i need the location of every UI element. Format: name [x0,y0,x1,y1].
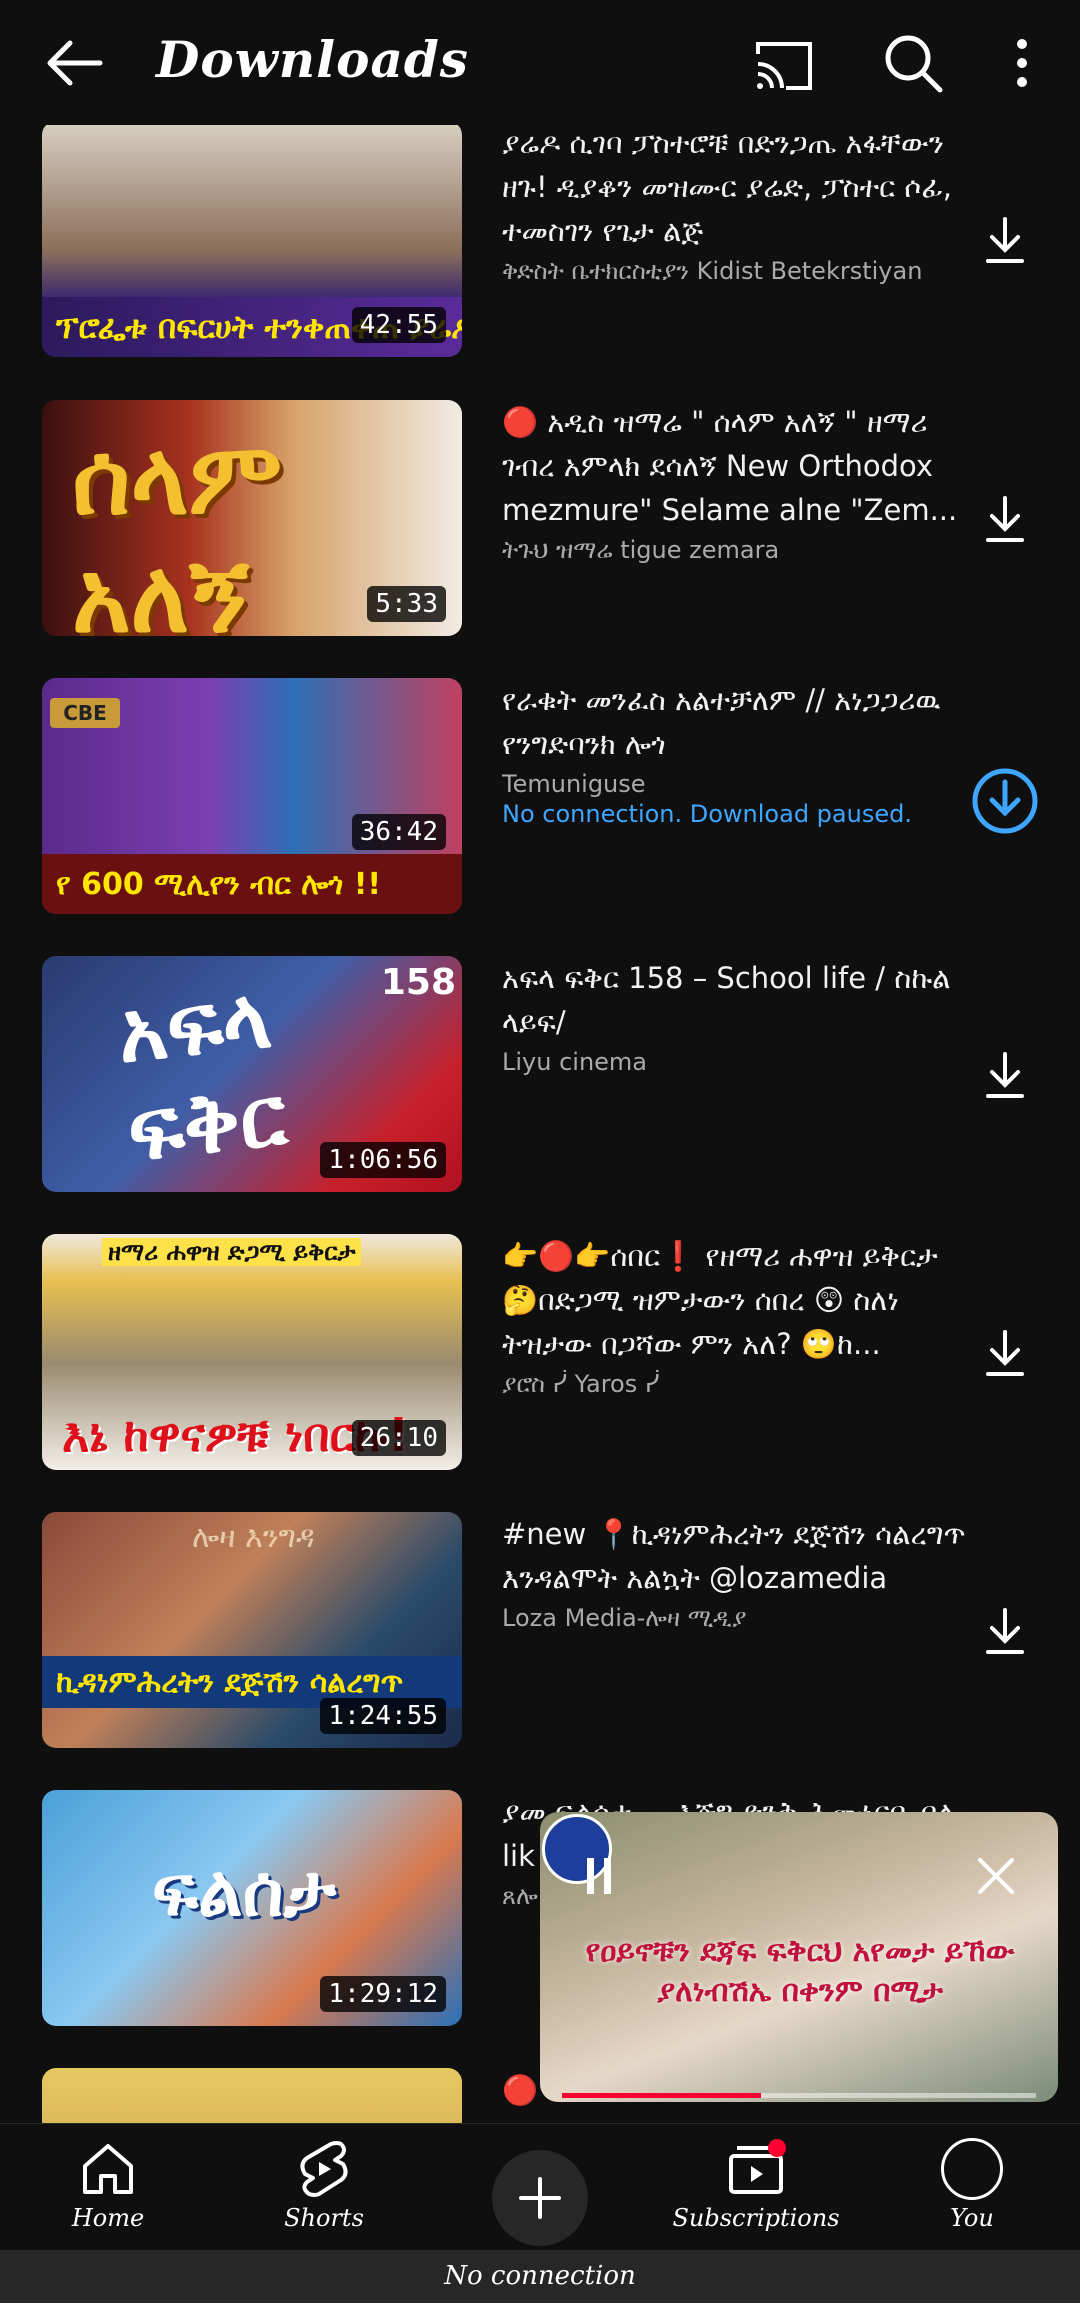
thumbnail-text: የ 600 ሚሊየን ብር ሎጎ !! [42,854,462,914]
video-title: 👉🔴👉ሰበር❗ የዘማሪ ሐዋዝ ይቅርታ 🤔በድጋሚ ዝምታውን ሰበረ 😲 … [502,1239,938,1361]
cast-icon[interactable] [752,34,816,98]
thumbnail-number: 158 [380,962,456,1003]
duration-badge: 1:29:12 [320,1976,446,2012]
list-item[interactable]: CBE የ 600 ሚሊየን ብር ሎጎ !! 36:42 የራቁት መንፈስ … [0,678,1080,914]
duration-badge: 36:42 [351,814,446,850]
downloaded-icon[interactable] [980,1046,1030,1102]
video-title: 🔴 አዲስ ዝማሬ " ሰላም አለኝ " ዘማሪ ገብረ አምላክ ደሳለኝ … [502,405,958,527]
mini-player-caption: የዐይኖቹን ደጃፍ ፍቅርህ አየመታ ይኸው ያለነብሽኤ በቀንም በሚታ [585,1934,1015,2009]
more-options-icon[interactable] [1000,30,1044,96]
downloaded-icon[interactable] [980,490,1030,546]
nav-subscriptions[interactable]: Subscriptions [666,2138,846,2232]
video-thumbnail[interactable]: CBE የ 600 ሚሊየን ብር ሎጎ !! 36:42 [42,678,462,914]
nav-label: You [950,2204,994,2232]
mini-player[interactable]: የዐይኖቹን ደጃፍ ፍቅርህ አየመታ ይኸው ያለነብሽኤ በቀንም በሚታ [540,1812,1058,2102]
list-item[interactable]: አፍላ ፍቅር 158 1:06:56 አፍላ ፍቅር 158 – School… [0,956,1080,1192]
playback-progress-fill [562,2093,762,2098]
nav-label: Shorts [284,2204,364,2232]
channel-name: ያሮስ ᓰ Yaros ᓰ [502,1370,660,1398]
downloaded-icon[interactable] [980,211,1030,267]
video-thumbnail[interactable]: ፕሮፌቱ በፍርሀት ተንቀጠቀጠ ያሬዶ ዛሬም በገባበት አለ 42:55 [42,125,462,357]
download-paused-icon[interactable] [970,766,1040,836]
video-thumbnail[interactable]: አፍላ ፍቅር 158 1:06:56 [42,956,462,1192]
duration-badge: 42:55 [351,307,446,343]
list-item[interactable]: ዘማሪ ሐዋዝ ድጋሚ ይቅርታ እኔ ከዋናዎቹ ነበርኩ! 26:10 👉🔴… [0,1234,1080,1470]
duration-badge: 1:06:56 [320,1142,446,1178]
close-icon[interactable] [972,1852,1020,1900]
duration-badge: 5:33 [367,586,446,622]
video-thumbnail[interactable]: ዘማሪ ሐዋዝ ድጋሚ ይቅርታ እኔ ከዋናዎቹ ነበርኩ! 26:10 [42,1234,462,1470]
video-title: የራቁት መንፈስ አልተቻለም // አነጋጋሪዉ የንግድባንክ ሎጎ [502,683,941,761]
downloaded-icon[interactable] [980,1602,1030,1658]
channel-name: Temuniguse [502,770,646,798]
back-arrow-icon[interactable] [40,28,110,98]
top-app-bar: Downloads [0,0,1080,125]
video-thumbnail[interactable]: ሎዛ እንግዳ ኪዳነምሕረትን ደጅሽን ሳልረግጥ 1:24:55 [42,1512,462,1748]
avatar-icon [941,2138,1003,2200]
nav-home[interactable]: Home [18,2138,198,2232]
video-thumbnail[interactable]: ሰላም አለኝ 5:33 [42,400,462,636]
duration-badge: 26:10 [351,1420,446,1456]
nav-shorts[interactable]: Shorts [234,2138,414,2232]
channel-name: Loza Media-ሎዛ ሚዲያ [502,1604,747,1632]
duration-badge: 1:24:55 [320,1698,446,1734]
home-icon [83,2144,133,2194]
list-item[interactable]: ሰላም አለኝ 5:33 🔴 አዲስ ዝማሬ " ሰላም አለኝ " ዘማሪ ገ… [0,400,1080,636]
list-item[interactable]: ፕሮፌቱ በፍርሀት ተንቀጠቀጠ ያሬዶ ዛሬም በገባበት አለ 42:55… [0,125,1080,357]
channel-name: ቅድስት ቤተክርስቲያን Kidist Betekrstiyan [502,257,923,285]
bottom-navigation: Home Shorts Subscriptions You [0,2123,1080,2251]
downloaded-icon[interactable] [980,1324,1030,1380]
thumbnail-top-text: ዘማሪ ሐዋዝ ድጋሚ ይቅርታ [102,1238,362,1266]
list-item[interactable]: ሎዛ እንግዳ ኪዳነምሕረትን ደጅሽን ሳልረግጥ 1:24:55 #new… [0,1512,1080,1748]
page-title: Downloads [156,30,469,89]
download-status: No connection. Download paused. [502,800,912,828]
pause-icon[interactable] [584,1856,614,1896]
video-title: አፍላ ፍቅር 158 – School life / ስኩል ላይፍ/ [502,961,951,1039]
thumbnail-top-text: ሎዛ እንግዳ [192,1520,315,1555]
search-icon[interactable] [880,30,946,96]
video-title: ያሬዶ ሲገባ ፓስተሮቹ በድንጋጤ አፋቸውን ዘጉ! ዲያቆን መዝሙር … [502,126,953,248]
thumbnail-logo: CBE [50,698,120,728]
channel-name: Liyu cinema [502,1048,648,1076]
nav-label: Subscriptions [672,2204,840,2232]
shorts-icon [300,2141,348,2197]
nav-you[interactable]: You [882,2138,1062,2232]
create-button[interactable] [492,2150,588,2246]
video-title: #new 📍ኪዳነምሕረትን ደጅሽን ሳልረግጥ እንዳልሞት አልኳት @l… [502,1517,966,1595]
video-thumbnail[interactable] [42,2068,462,2123]
connection-status-bar: No connection [0,2250,1080,2303]
playback-progress-bar[interactable] [562,2093,1036,2098]
channel-name: ትጉህ ዝማሬ tigue zemara [502,536,780,564]
subscriptions-icon [729,2139,786,2194]
nav-label: Home [71,2204,145,2232]
plus-icon [519,2177,561,2219]
video-thumbnail[interactable]: ፍልሰታ 1:29:12 [42,1790,462,2026]
thumbnail-text: ፍልሰታ [152,1850,337,1932]
